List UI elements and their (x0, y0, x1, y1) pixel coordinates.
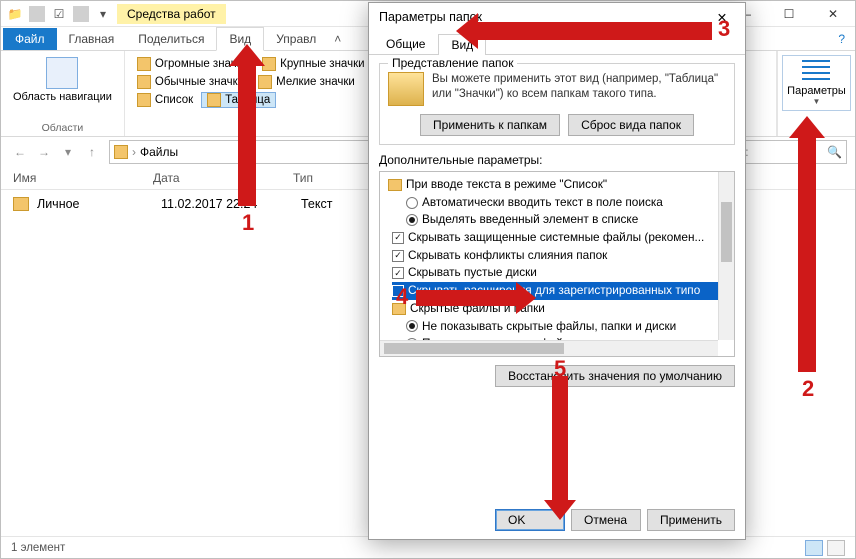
breadcrumb[interactable]: Файлы (140, 145, 178, 159)
navigation-pane-button[interactable]: Область навигации (7, 55, 118, 105)
layout-icon (207, 93, 221, 107)
option-highlight[interactable]: Выделять введенный элемент в списке (406, 211, 732, 229)
chevron-down-icon: ▼ (813, 97, 821, 106)
group-panes: Область навигации Области (1, 51, 125, 136)
option-hide-protected[interactable]: ✓Скрывать защищенные системные файлы (ре… (392, 229, 732, 247)
layout-small-icons[interactable]: Мелкие значки (252, 74, 361, 90)
search-icon: 🔍 (827, 145, 842, 159)
option-hide-empty[interactable]: ✓Скрывать пустые диски (392, 264, 732, 282)
option-dont-show-hidden[interactable]: Не показывать скрытые файлы, папки и дис… (406, 318, 732, 336)
scrollbar-thumb[interactable] (384, 343, 564, 354)
radio-icon (406, 320, 418, 332)
separator-icon (73, 6, 89, 22)
folder-icon: 📁 (7, 6, 23, 22)
status-text: 1 элемент (11, 542, 65, 554)
options-button[interactable]: Параметры ▼ (782, 55, 851, 111)
advanced-settings-label: Дополнительные параметры: (379, 153, 735, 167)
dialog-footer: OK Отмена Применить (495, 509, 735, 531)
folder-icon (114, 145, 128, 159)
back-button[interactable]: ← (9, 141, 31, 163)
tree-content: При вводе текста в режиме "Список" Автом… (380, 172, 734, 357)
options-icon (802, 60, 830, 82)
layout-medium-icons[interactable]: Обычные значки (131, 74, 250, 90)
checkbox-icon: ✓ (392, 232, 404, 244)
layout-icon (258, 75, 272, 89)
dialog-body: Представление папок Вы можете применить … (369, 55, 745, 393)
nav-arrows: ← → ▾ ↑ (9, 141, 103, 163)
maximize-button[interactable]: ☐ (767, 1, 811, 27)
history-chevron-icon[interactable]: ▾ (57, 141, 79, 163)
horizontal-scrollbar[interactable] (380, 340, 718, 356)
checkbox-icon: ✓ (392, 267, 404, 279)
fieldset-description: Вы можете применить этот вид (например, … (432, 72, 726, 102)
group-label: Области (7, 120, 118, 134)
tab-home[interactable]: Главная (57, 28, 127, 50)
layout-icon (137, 93, 151, 107)
folder-icon (13, 197, 29, 211)
forward-button[interactable]: → (33, 141, 55, 163)
layout-large-icons[interactable]: Крупные значки (256, 56, 370, 72)
item-name: Личное (37, 197, 161, 211)
navigation-pane-icon (46, 57, 78, 89)
option-auto-type[interactable]: Автоматически вводить текст в поле поиск… (406, 194, 732, 212)
apply-button[interactable]: Применить (647, 509, 735, 531)
reset-folders-button[interactable]: Сброс вида папок (568, 114, 694, 136)
layout-icon (137, 57, 151, 71)
fieldset-legend: Представление папок (388, 56, 517, 70)
help-icon[interactable]: ? (828, 28, 855, 50)
navigation-pane-label: Область навигации (13, 91, 112, 103)
tab-file[interactable]: Файл (3, 28, 57, 50)
radio-icon (406, 197, 418, 209)
checkbox-icon: ✓ (392, 250, 404, 262)
folder-icon (388, 179, 402, 191)
radio-icon (406, 214, 418, 226)
details-view-icon[interactable] (805, 540, 823, 556)
dialog-tab-general[interactable]: Общие (373, 33, 438, 54)
view-mode-icons (805, 540, 845, 556)
restore-defaults-button[interactable]: Восстановить значения по умолчанию (495, 365, 735, 387)
vertical-scrollbar[interactable] (718, 172, 734, 340)
tree-group: При вводе текста в режиме "Список" (388, 176, 732, 194)
contextual-tab-caption: Средства работ (117, 4, 226, 24)
options-label: Параметры (787, 85, 846, 97)
tab-manage[interactable]: Управл (264, 28, 328, 50)
column-name[interactable]: Имя (13, 171, 153, 185)
quick-access-toolbar: 📁 ☑ ▾ (1, 6, 117, 22)
thumbnails-view-icon[interactable] (827, 540, 845, 556)
apply-to-folders-button[interactable]: Применить к папкам (420, 114, 560, 136)
tab-share[interactable]: Поделиться (126, 28, 216, 50)
folder-icon (388, 72, 424, 106)
properties-icon[interactable]: ☑ (51, 6, 67, 22)
chevron-right-icon: › (132, 145, 136, 159)
separator-icon (29, 6, 45, 22)
item-date: 11.02.2017 22:24 (161, 197, 301, 211)
close-button[interactable]: ✕ (811, 1, 855, 27)
cancel-button[interactable]: Отмена (571, 509, 641, 531)
collapse-ribbon-icon[interactable]: ˄ (328, 28, 347, 50)
option-hide-merge[interactable]: ✓Скрывать конфликты слияния папок (392, 247, 732, 265)
up-button[interactable]: ↑ (81, 141, 103, 163)
advanced-settings-tree: При вводе текста в режиме "Список" Автом… (379, 171, 735, 357)
layout-icon (137, 75, 151, 89)
column-date[interactable]: Дата (153, 171, 293, 185)
layout-list[interactable]: Список (131, 92, 199, 108)
scrollbar-thumb[interactable] (721, 202, 732, 262)
chevron-down-icon[interactable]: ▾ (95, 6, 111, 22)
folder-view-fieldset: Представление папок Вы можете применить … (379, 63, 735, 145)
